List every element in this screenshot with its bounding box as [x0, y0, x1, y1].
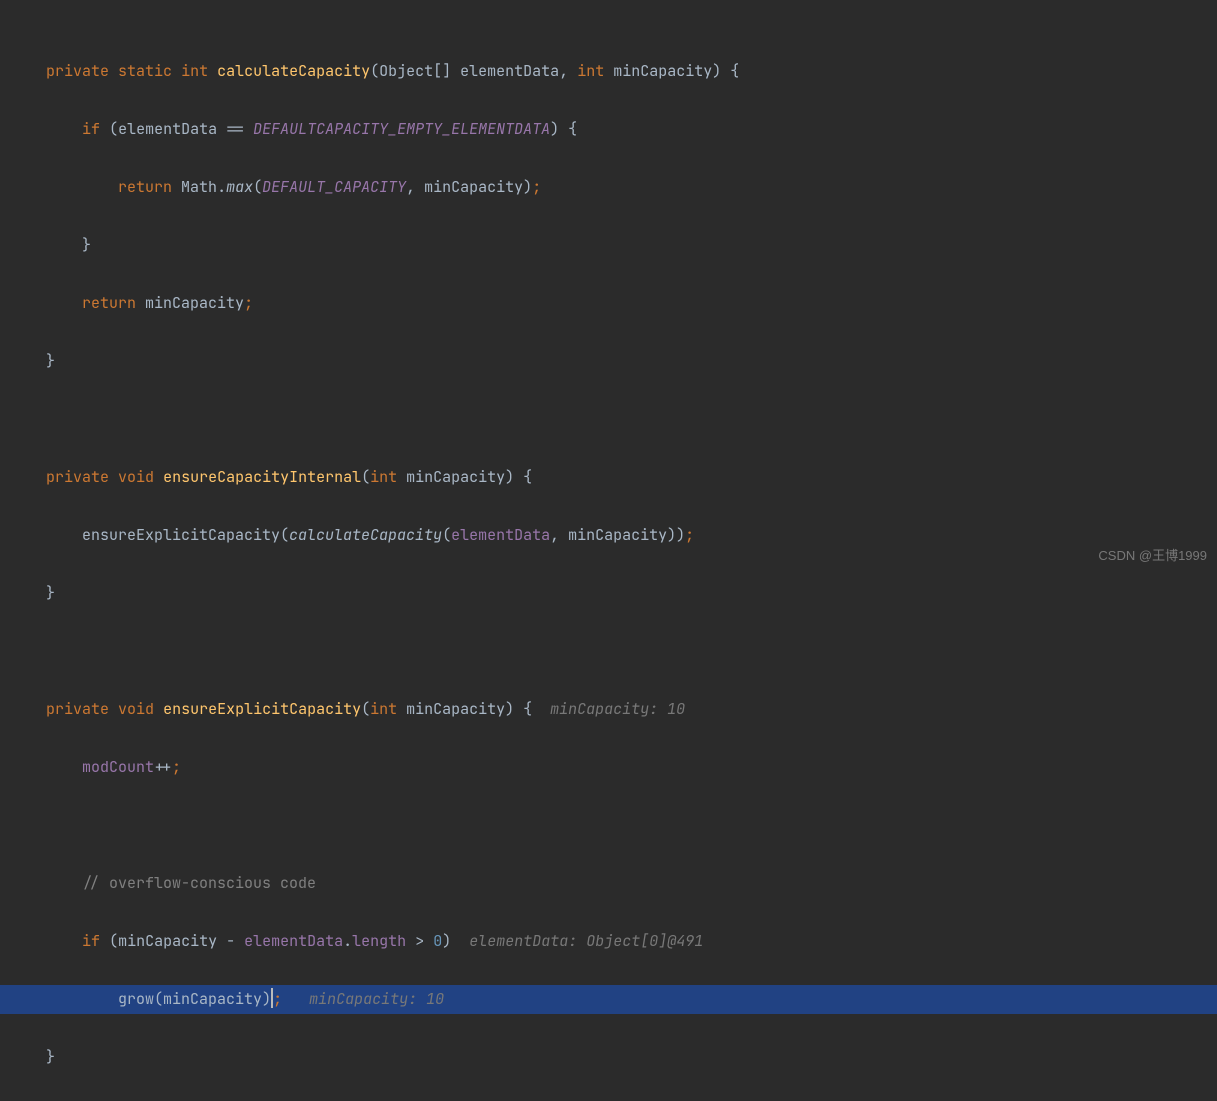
- number: 0: [433, 931, 442, 951]
- constant: DEFAULTCAPACITY_EMPTY_ELEMENTDATA: [253, 119, 550, 139]
- method-call: grow: [118, 989, 154, 1009]
- keyword: return: [118, 177, 172, 197]
- keyword: int: [370, 699, 397, 719]
- keyword: void: [118, 699, 154, 719]
- identifier: minCapacity: [145, 293, 244, 313]
- code-line[interactable]: if (elementData == DEFAULTCAPACITY_EMPTY…: [0, 115, 1217, 144]
- property: length: [352, 931, 406, 951]
- keyword: if: [82, 931, 100, 951]
- method-call: ensureExplicitCapacity: [82, 525, 280, 545]
- field: elementData: [244, 931, 343, 951]
- identifier: minCapacity: [424, 177, 523, 197]
- code-line[interactable]: [0, 405, 1217, 434]
- constant: DEFAULT_CAPACITY: [262, 177, 406, 197]
- param: minCapacity: [613, 61, 712, 81]
- method-name: ensureExplicitCapacity: [163, 699, 361, 719]
- code-line[interactable]: ensureExplicitCapacity(calculateCapacity…: [0, 521, 1217, 550]
- code-line[interactable]: [0, 637, 1217, 666]
- inlay-hint: minCapacity: 10: [550, 699, 685, 719]
- class: Math: [181, 177, 217, 197]
- keyword: private: [46, 61, 109, 81]
- code-editor[interactable]: private static int calculateCapacity(Obj…: [0, 0, 1217, 1101]
- keyword: private: [46, 467, 109, 487]
- keyword: return: [82, 293, 136, 313]
- code-line[interactable]: }: [0, 347, 1217, 376]
- param: minCapacity: [406, 699, 505, 719]
- keyword: int: [577, 61, 604, 81]
- identifier: minCapacity: [163, 989, 262, 1009]
- code-line[interactable]: return minCapacity;: [0, 289, 1217, 318]
- code-line[interactable]: if (minCapacity - elementData.length > 0…: [0, 927, 1217, 956]
- code-line[interactable]: }: [0, 231, 1217, 260]
- code-line[interactable]: // overflow-conscious code: [0, 869, 1217, 898]
- field: modCount: [82, 757, 154, 777]
- comment: // overflow-conscious code: [82, 873, 316, 893]
- inlay-hint: elementData: Object[0]@491: [469, 931, 703, 951]
- code-line[interactable]: private static int calculateCapacity(Obj…: [0, 57, 1217, 86]
- param: elementData: [460, 61, 559, 81]
- code-line[interactable]: private void ensureCapacityInternal(int …: [0, 463, 1217, 492]
- param: minCapacity: [406, 467, 505, 487]
- code-line[interactable]: private void ensureExplicitCapacity(int …: [0, 695, 1217, 724]
- identifier: minCapacity: [568, 525, 667, 545]
- code-line[interactable]: [0, 811, 1217, 840]
- keyword: int: [181, 61, 208, 81]
- identifier: elementData: [118, 119, 217, 139]
- type: Object: [379, 61, 433, 81]
- inlay-hint: minCapacity: 10: [309, 989, 444, 1009]
- static-method: max: [226, 177, 253, 197]
- code-line[interactable]: }: [0, 579, 1217, 608]
- method-name: ensureCapacityInternal: [163, 467, 361, 487]
- code-line[interactable]: modCount++;: [0, 753, 1217, 782]
- keyword: void: [118, 467, 154, 487]
- method-name: calculateCapacity: [217, 61, 370, 81]
- keyword: private: [46, 699, 109, 719]
- static-call: calculateCapacity: [289, 525, 442, 545]
- code-line[interactable]: return Math.max(DEFAULT_CAPACITY, minCap…: [0, 173, 1217, 202]
- identifier: minCapacity: [118, 931, 217, 951]
- code-line[interactable]: }: [0, 1043, 1217, 1072]
- code-line-current[interactable]: grow(minCapacity); minCapacity: 10: [0, 985, 1217, 1014]
- watermark: CSDN @王博1999: [1098, 541, 1207, 570]
- cursor-icon: [271, 988, 273, 1008]
- keyword: if: [82, 119, 100, 139]
- keyword: int: [370, 467, 397, 487]
- field: elementData: [451, 525, 550, 545]
- keyword: static: [118, 61, 172, 81]
